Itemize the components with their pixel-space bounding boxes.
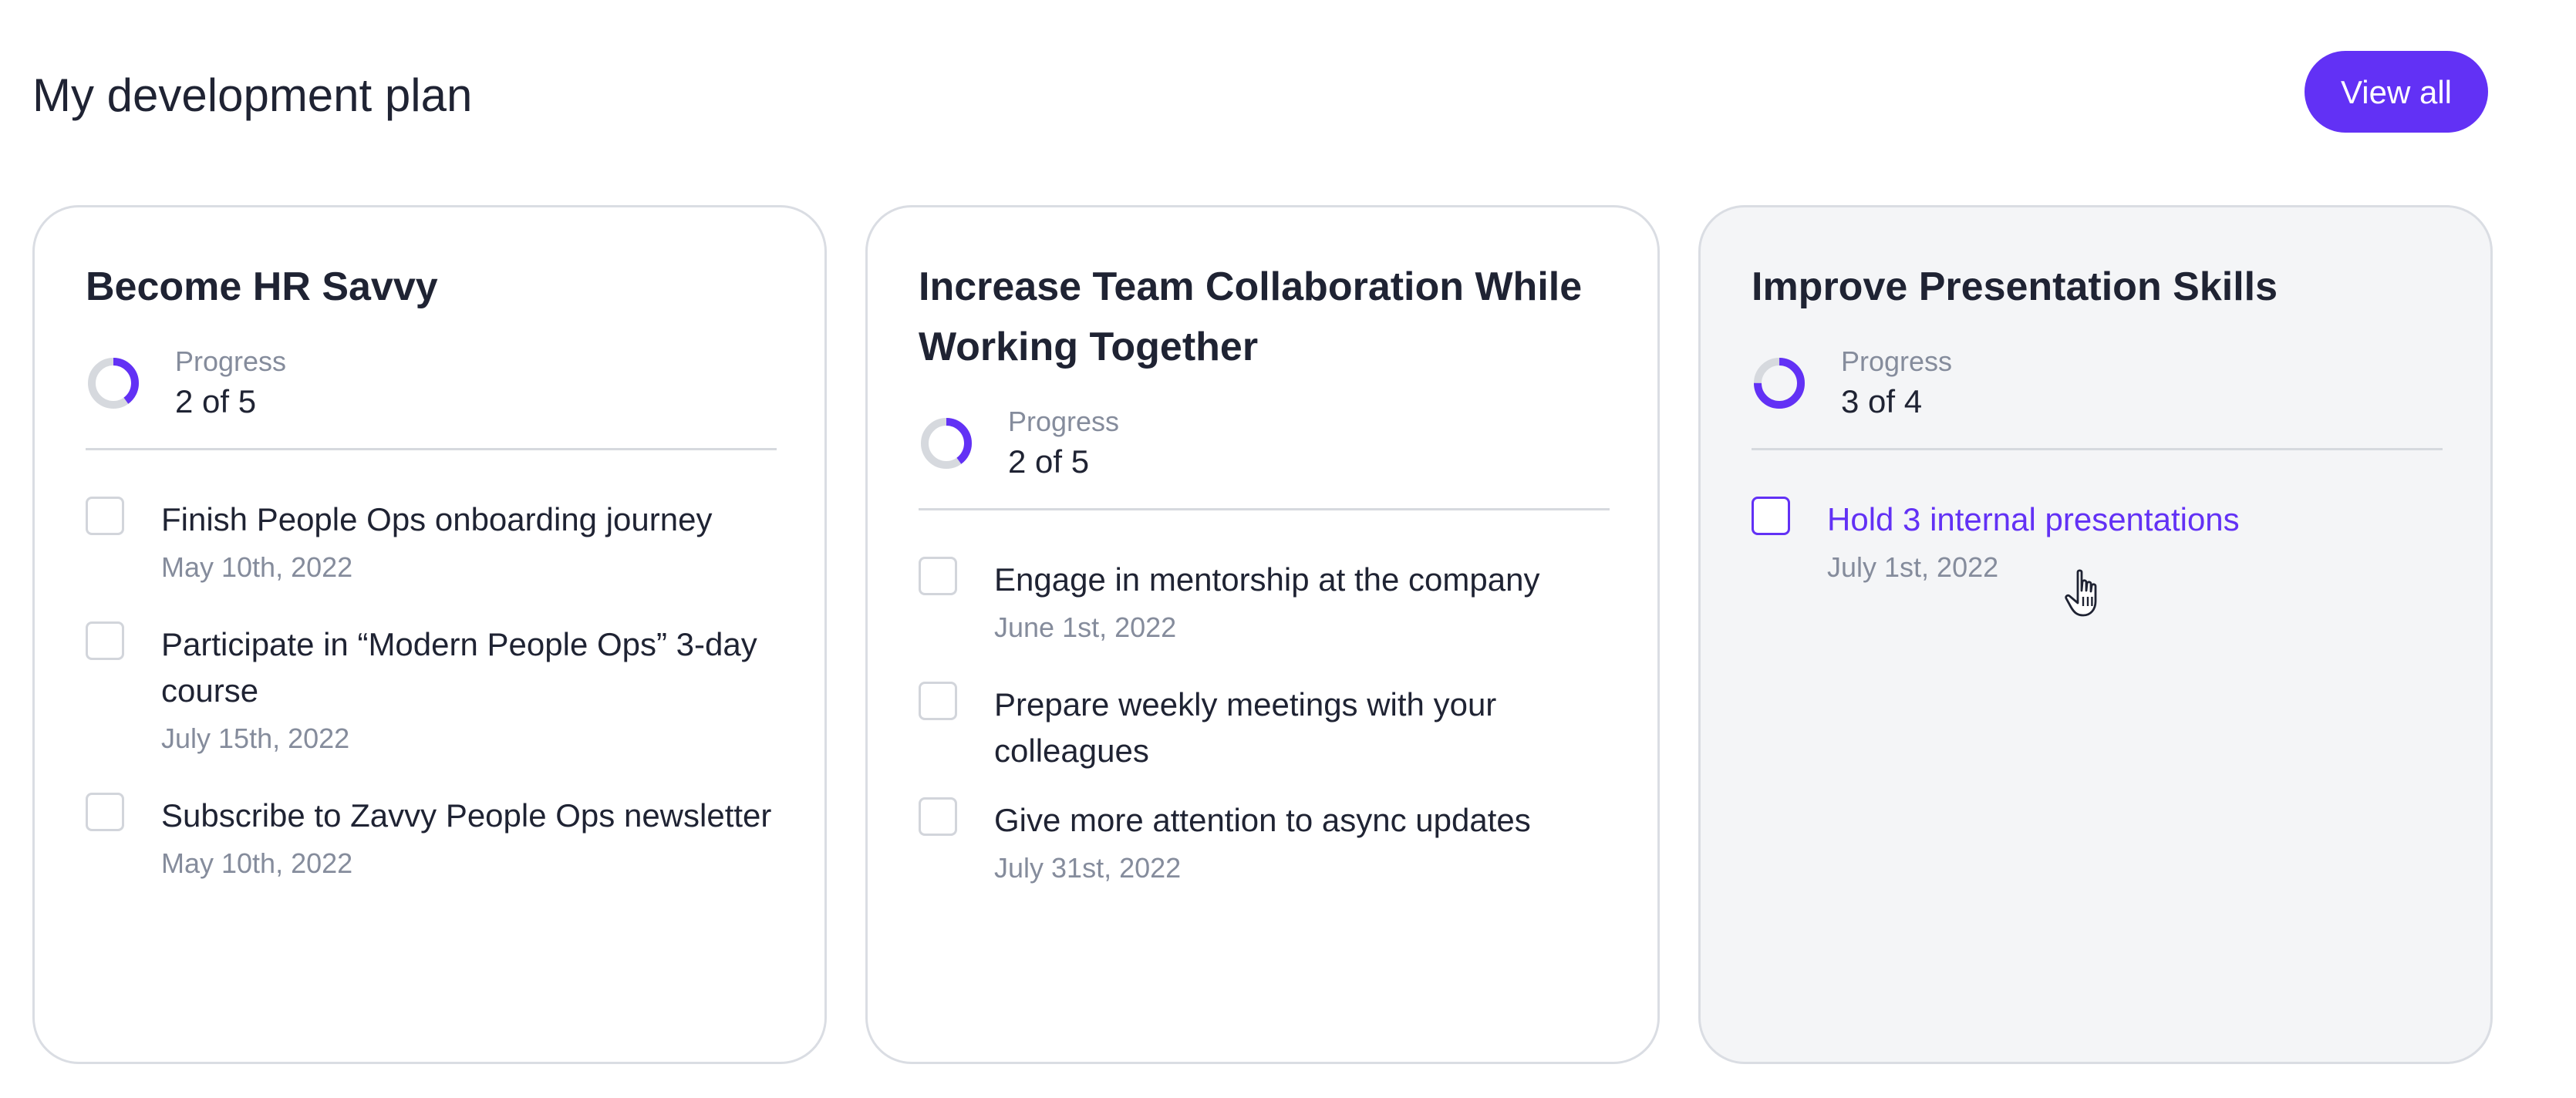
task-checkbox[interactable] bbox=[86, 621, 124, 660]
task-item: Finish People Ops onboarding journey May… bbox=[86, 497, 777, 586]
progress-value: 2 of 5 bbox=[1008, 443, 1090, 480]
task-title[interactable]: Participate in “Modern People Ops” 3-day… bbox=[161, 621, 777, 714]
plan-card[interactable]: Improve Presentation Skills Progress 3 o… bbox=[1698, 205, 2493, 1064]
task-checkbox[interactable] bbox=[86, 497, 124, 535]
page-title: My development plan bbox=[32, 69, 473, 121]
development-plan-page: My development plan View all Become HR S… bbox=[0, 0, 2576, 1098]
task-checkbox[interactable] bbox=[1752, 497, 1790, 535]
task-checkbox[interactable] bbox=[919, 557, 957, 595]
progress-value: 3 of 4 bbox=[1841, 383, 1923, 419]
task-item: Engage in mentorship at the company June… bbox=[919, 557, 1610, 646]
task-due-date: July 1st, 2022 bbox=[1827, 551, 1999, 583]
progress-ring-icon bbox=[921, 418, 972, 469]
progress-ring-icon bbox=[88, 358, 139, 409]
card-title: Increase Team Collaboration While Workin… bbox=[919, 264, 1583, 369]
task-due-date: July 31st, 2022 bbox=[994, 852, 1182, 884]
progress-label: Progress bbox=[1841, 345, 1953, 377]
task-list: Engage in mentorship at the company June… bbox=[919, 557, 1610, 887]
task-due-date: June 1st, 2022 bbox=[994, 611, 1177, 643]
card-title: Improve Presentation Skills bbox=[1752, 264, 2278, 309]
progress-ring-icon bbox=[1754, 358, 1805, 409]
plan-card[interactable]: Become HR Savvy Progress 2 of 5 Finish P… bbox=[32, 205, 827, 1064]
task-checkbox[interactable] bbox=[86, 793, 124, 831]
task-title[interactable]: Prepare weekly meetings with your collea… bbox=[994, 682, 1610, 774]
plan-card[interactable]: Increase Team Collaboration While Workin… bbox=[865, 205, 1660, 1064]
task-checkbox[interactable] bbox=[919, 797, 957, 836]
hand-pointer-cursor-icon bbox=[2065, 569, 2097, 617]
task-title[interactable]: Hold 3 internal presentations bbox=[1827, 497, 2443, 543]
view-all-button[interactable]: View all bbox=[2305, 51, 2488, 133]
task-due-date: July 15th, 2022 bbox=[161, 722, 350, 754]
progress-label: Progress bbox=[175, 345, 287, 377]
task-item: Participate in “Modern People Ops” 3-day… bbox=[86, 621, 777, 757]
progress-block: Progress 2 of 5 bbox=[919, 405, 1610, 480]
task-item: Subscribe to Zavvy People Ops newsletter… bbox=[86, 793, 777, 882]
task-due-date: May 10th, 2022 bbox=[161, 847, 353, 879]
card-title: Become HR Savvy bbox=[86, 264, 438, 309]
task-list: Finish People Ops onboarding journey May… bbox=[86, 497, 777, 882]
section-header: My development plan View all bbox=[32, 49, 2500, 136]
task-checkbox[interactable] bbox=[919, 682, 957, 720]
task-title[interactable]: Engage in mentorship at the company bbox=[994, 557, 1610, 603]
divider bbox=[919, 508, 1610, 510]
progress-label: Progress bbox=[1008, 406, 1120, 437]
task-title[interactable]: Subscribe to Zavvy People Ops newsletter bbox=[161, 793, 777, 839]
progress-block: Progress 2 of 5 bbox=[86, 345, 777, 419]
task-title[interactable]: Give more attention to async updates bbox=[994, 797, 1610, 844]
divider bbox=[86, 448, 777, 450]
task-item: Give more attention to async updates Jul… bbox=[919, 797, 1610, 887]
progress-value: 2 of 5 bbox=[175, 383, 257, 419]
progress-block: Progress 3 of 4 bbox=[1752, 345, 2443, 419]
task-due-date: May 10th, 2022 bbox=[161, 551, 353, 583]
task-item: Prepare weekly meetings with your collea… bbox=[919, 682, 1610, 774]
task-title[interactable]: Finish People Ops onboarding journey bbox=[161, 497, 777, 543]
divider bbox=[1752, 448, 2443, 450]
